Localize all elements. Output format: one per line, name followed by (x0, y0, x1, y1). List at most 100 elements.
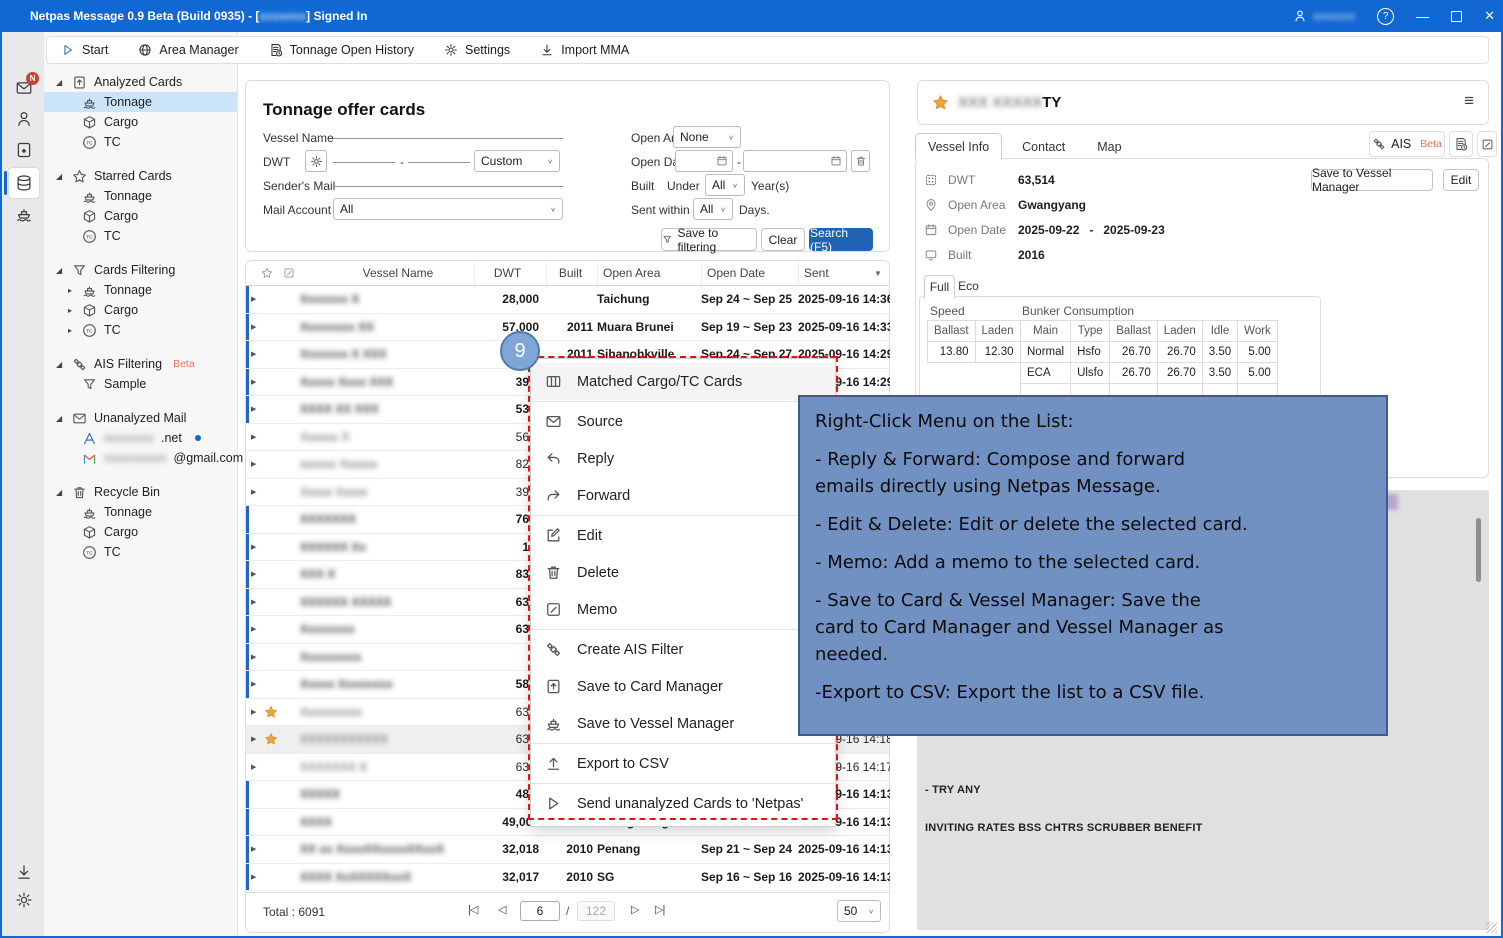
tree-item-tc[interactable]: TC (44, 226, 237, 246)
toolbar-area-manager[interactable]: Area Manager (138, 43, 238, 57)
star-icon[interactable] (264, 732, 278, 746)
card-manager-icon[interactable] (15, 141, 33, 159)
star-header-icon[interactable] (261, 261, 273, 285)
expand-arrow-icon[interactable]: ▶ (251, 396, 256, 423)
tab-map[interactable]: Map (1085, 134, 1133, 159)
expand-arrow-icon[interactable]: ▶ (251, 341, 256, 368)
dwt-settings-button[interactable] (305, 150, 327, 172)
expanded-arrow-icon[interactable]: ◢ (56, 414, 65, 423)
expanded-arrow-icon[interactable]: ◢ (56, 488, 65, 497)
toolbar-start[interactable]: Start (61, 43, 108, 57)
tree-item-tc[interactable]: TC (44, 542, 237, 562)
tree-item-tc[interactable]: TC (44, 132, 237, 152)
expand-arrow-icon[interactable]: ▶ (251, 561, 256, 588)
sent-within-select[interactable]: All∨ (693, 198, 733, 220)
expand-arrow-icon[interactable]: ▶ (251, 644, 256, 671)
close-button[interactable]: ✕ (1484, 8, 1495, 24)
open-date-from-input[interactable] (675, 150, 733, 172)
prev-page-button[interactable]: ◁ (498, 903, 505, 916)
expanded-arrow-icon[interactable]: ◢ (56, 172, 65, 181)
memo-button[interactable] (1477, 131, 1497, 157)
next-page-button[interactable]: ▷ (631, 903, 638, 916)
toolbar-settings[interactable]: Settings (444, 43, 510, 57)
tree-item-mail-account[interactable]: xxxxxxxxxx@gmail.com (44, 448, 237, 468)
settings-rail-icon[interactable] (15, 891, 33, 909)
help-button[interactable]: ? (1377, 8, 1394, 25)
dwt-from-input[interactable] (333, 145, 395, 163)
open-area-select[interactable]: None∨ (673, 126, 741, 148)
expanded-arrow-icon[interactable]: ◢ (56, 78, 65, 87)
resize-grip[interactable] (1486, 922, 1497, 933)
tree-header-ais-filtering[interactable]: ◢AIS FilteringBeta (44, 354, 237, 374)
scrollbar-thumb[interactable] (1476, 518, 1481, 582)
open-area-header[interactable]: Open Area (597, 261, 697, 285)
tree-item-mail-account[interactable]: xxxxxxxx.net (44, 428, 237, 448)
panel-menu-icon[interactable]: ≡ (1464, 91, 1474, 111)
memo-header-icon[interactable] (283, 261, 295, 285)
star-icon[interactable] (264, 705, 278, 719)
open-date-to-input[interactable] (743, 150, 847, 172)
tab-eco[interactable]: Eco (954, 275, 983, 297)
tree-header-cards-filtering[interactable]: ◢Cards Filtering (44, 260, 237, 280)
tab-contact[interactable]: Contact (1010, 134, 1077, 159)
tab-vessel-info[interactable]: Vessel Info (915, 133, 1002, 160)
mail-account-select[interactable]: All∨ (333, 198, 563, 220)
expand-arrow-icon[interactable]: ▶ (251, 314, 256, 341)
expand-arrow-icon[interactable]: ▶ (251, 864, 256, 891)
expand-arrow-icon[interactable]: ▶ (251, 754, 256, 781)
page-size-select[interactable]: 50∨ (837, 900, 881, 922)
expand-arrow-icon[interactable]: ▶ (251, 616, 256, 643)
analyzed-cards-rail-icon[interactable] (15, 174, 33, 192)
tree-header-unanalyzed-mail[interactable]: ◢Unanalyzed Mail (44, 408, 237, 428)
tree-item-cargo[interactable]: Cargo (44, 206, 237, 226)
tree-item-cargo[interactable]: Cargo (44, 522, 237, 542)
built-header[interactable]: Built (546, 261, 594, 285)
table-row[interactable]: ▶XXXX XxXXXXXxxX32,0172010SGSep 16 ~ Sep… (246, 864, 889, 892)
expand-arrow-icon[interactable]: ▶ (251, 479, 256, 506)
dwt-to-input[interactable] (408, 145, 470, 163)
open-history-button[interactable] (1449, 131, 1473, 157)
tab-full[interactable]: Full (924, 275, 955, 299)
save-to-filtering-button[interactable]: Save to filtering (661, 228, 757, 251)
toolbar-import-mma[interactable]: Import MMA (540, 43, 629, 57)
expand-arrow-icon[interactable]: ▶ (251, 589, 256, 616)
vessel-name-header[interactable]: Vessel Name (300, 261, 496, 285)
built-select[interactable]: All∨ (705, 174, 745, 196)
open-date-clear-button[interactable] (851, 150, 870, 172)
expanded-arrow-icon[interactable]: ◢ (56, 266, 65, 275)
table-row[interactable]: ▶Xxxxxxxx XX57,0002011Muara BruneiSep 19… (246, 314, 889, 342)
expand-arrow-icon[interactable]: ▶ (251, 726, 256, 753)
clear-button[interactable]: Clear (761, 228, 805, 251)
maximize-button[interactable] (1451, 11, 1462, 22)
collapsed-arrow-icon[interactable]: ▸ (68, 286, 75, 295)
vessel-name-input[interactable] (333, 121, 563, 139)
favorite-star-icon[interactable] (932, 94, 949, 111)
tree-header-recycle-bin[interactable]: ◢Recycle Bin (44, 482, 237, 502)
collapsed-arrow-icon[interactable]: ▸ (68, 306, 75, 315)
first-page-button[interactable]: |◁ (468, 903, 477, 916)
edit-vessel-button[interactable]: Edit (1443, 169, 1479, 191)
expand-arrow-icon[interactable]: ▶ (251, 671, 256, 698)
import-icon[interactable] (15, 863, 33, 881)
tree-item-tonnage[interactable]: Tonnage (44, 186, 237, 206)
collapsed-arrow-icon[interactable]: ▸ (68, 326, 75, 335)
tree-item-sample[interactable]: Sample (44, 374, 237, 394)
expand-arrow-icon[interactable]: ▶ (251, 836, 256, 863)
sent-filter-icon[interactable]: ▼ (874, 261, 882, 285)
sent-header[interactable]: Sent (798, 261, 868, 285)
vessel-manager-icon[interactable] (15, 205, 33, 223)
save-to-vessel-manager-button[interactable]: Save to Vessel Manager (1311, 169, 1433, 191)
expand-arrow-icon[interactable]: ▶ (251, 286, 256, 313)
open-date-header[interactable]: Open Date (701, 261, 796, 285)
senders-mail-input[interactable] (333, 169, 563, 187)
expand-arrow-icon[interactable]: ▶ (251, 369, 256, 396)
account-button[interactable]: xxxxxxx (1293, 9, 1355, 23)
tree-item-tonnage[interactable]: ▸Tonnage (44, 280, 237, 300)
expanded-arrow-icon[interactable]: ◢ (56, 360, 65, 369)
toolbar-tonnage-open-history[interactable]: Tonnage Open History (269, 43, 414, 57)
tree-header-starred-cards[interactable]: ◢Starred Cards (44, 166, 237, 186)
expand-arrow-icon[interactable]: ▶ (251, 424, 256, 451)
minimize-button[interactable]: — (1416, 9, 1429, 24)
page-input[interactable]: 6 (520, 901, 560, 921)
tree-item-cargo[interactable]: Cargo (44, 112, 237, 132)
